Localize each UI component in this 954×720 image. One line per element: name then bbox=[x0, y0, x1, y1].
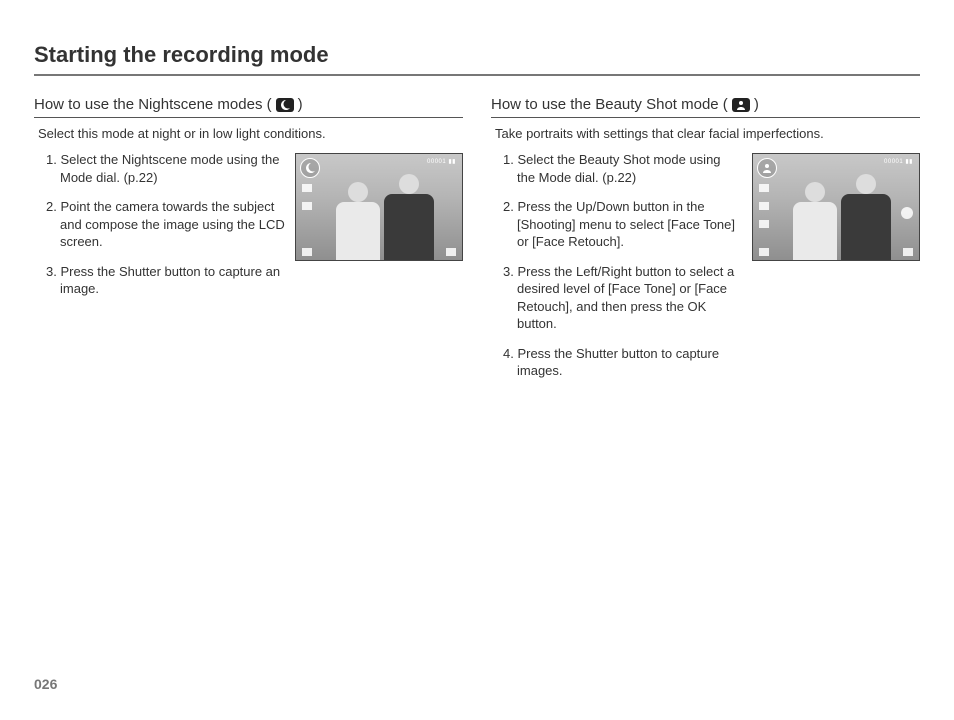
right-lcd-preview: 00001 ▮▮ bbox=[752, 153, 920, 261]
lcd-status-text: 00001 ▮▮ bbox=[427, 158, 456, 165]
right-body: 1. Select the Beauty Shot mode using the… bbox=[491, 151, 920, 392]
right-intro: Take portraits with settings that clear … bbox=[495, 126, 920, 141]
lcd-status-text: 00001 ▮▮ bbox=[884, 158, 913, 165]
left-section-heading: How to use the Nightscene modes ( ) bbox=[34, 96, 463, 118]
manual-page: Starting the recording mode How to use t… bbox=[0, 0, 954, 720]
columns: How to use the Nightscene modes ( ) Sele… bbox=[34, 96, 920, 392]
right-steps: 1. Select the Beauty Shot mode using the… bbox=[491, 151, 742, 392]
left-steps: 1. Select the Nightscene mode using the … bbox=[34, 151, 285, 310]
right-heading-suffix: ) bbox=[754, 96, 759, 113]
beauty-shot-icon bbox=[732, 98, 750, 112]
page-number: 026 bbox=[34, 676, 57, 692]
right-section-heading: How to use the Beauty Shot mode ( ) bbox=[491, 96, 920, 118]
list-item: 3. Press the Left/Right button to select… bbox=[503, 263, 742, 333]
left-body: 1. Select the Nightscene mode using the … bbox=[34, 151, 463, 310]
lcd-left-indicators bbox=[302, 184, 312, 210]
beauty-shot-icon bbox=[757, 158, 777, 178]
lcd-bottom-indicators bbox=[302, 248, 456, 256]
lcd-bottom-indicators bbox=[759, 248, 913, 256]
left-heading-prefix: How to use the Nightscene modes ( bbox=[34, 96, 272, 113]
lcd-right-indicator bbox=[901, 207, 913, 219]
left-column: How to use the Nightscene modes ( ) Sele… bbox=[34, 96, 463, 392]
page-title: Starting the recording mode bbox=[34, 42, 920, 76]
list-item: 2. Press the Up/Down button in the [Shoo… bbox=[503, 198, 742, 251]
list-item: 4. Press the Shutter button to capture i… bbox=[503, 345, 742, 380]
list-item: 3. Press the Shutter button to capture a… bbox=[46, 263, 285, 298]
lcd-left-indicators bbox=[759, 184, 769, 228]
right-column: How to use the Beauty Shot mode ( ) Take… bbox=[491, 96, 920, 392]
left-lcd-preview: 00001 ▮▮ bbox=[295, 153, 463, 261]
left-intro: Select this mode at night or in low ligh… bbox=[38, 126, 463, 141]
nightscene-icon bbox=[300, 158, 320, 178]
list-item: 1. Select the Nightscene mode using the … bbox=[46, 151, 285, 186]
left-heading-suffix: ) bbox=[298, 96, 303, 113]
list-item: 2. Point the camera towards the subject … bbox=[46, 198, 285, 251]
nightscene-icon bbox=[276, 98, 294, 112]
right-heading-prefix: How to use the Beauty Shot mode ( bbox=[491, 96, 728, 113]
list-item: 1. Select the Beauty Shot mode using the… bbox=[503, 151, 742, 186]
